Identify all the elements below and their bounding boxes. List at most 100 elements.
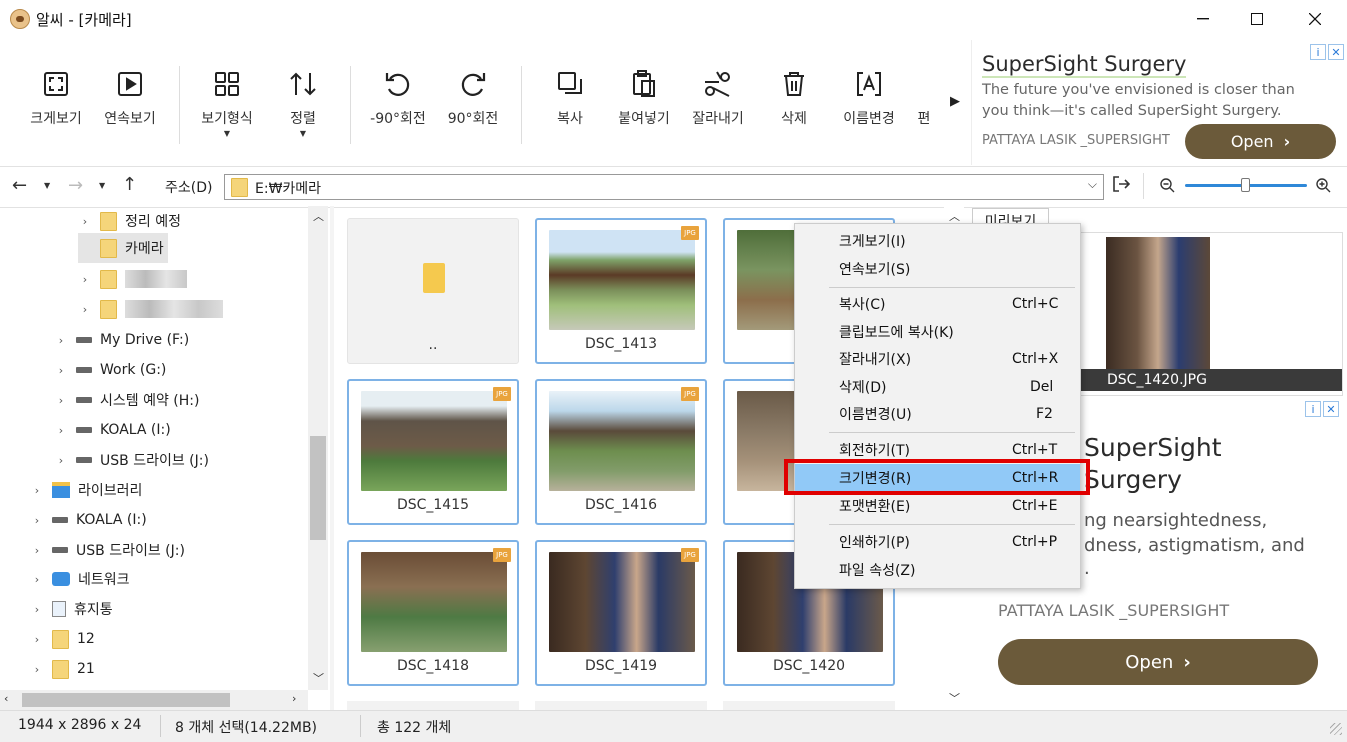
- thumbnail-tile[interactable]: JPG DSC_1418: [347, 540, 519, 686]
- scroll-down-icon[interactable]: ﹀: [313, 670, 324, 686]
- chevron-down-icon[interactable]: ⌵: [1088, 177, 1097, 192]
- cut-button[interactable]: 잘라내기: [681, 66, 755, 128]
- edit-button[interactable]: 편: [904, 66, 978, 128]
- thumbnail-tile[interactable]: JPG DSC_1413: [535, 218, 707, 364]
- scroll-thumb[interactable]: [22, 693, 230, 707]
- tree-item[interactable]: › 12: [30, 624, 95, 654]
- rename-button[interactable]: 이름변경: [832, 66, 906, 128]
- tree-item[interactable]: › KOALA (I:): [30, 505, 147, 535]
- menu-item-copy-clipboard[interactable]: 클립보드에 복사(K): [795, 318, 1080, 346]
- chevron-right-icon[interactable]: ›: [54, 334, 68, 347]
- ad-close-icon[interactable]: ✕: [1328, 44, 1344, 60]
- close-button[interactable]: [1288, 0, 1342, 38]
- recycle-bin-icon: [52, 601, 66, 617]
- tree-item[interactable]: › 시스템 예약 (H:): [54, 385, 200, 415]
- delete-button[interactable]: 삭제: [757, 66, 831, 128]
- maximize-button[interactable]: [1230, 0, 1284, 38]
- top-ad-banner[interactable]: i ✕ SuperSight Surgery The future you've…: [971, 40, 1347, 165]
- chevron-right-icon[interactable]: ›: [54, 424, 68, 437]
- menu-item-slideshow[interactable]: 연속보기(S): [795, 255, 1080, 283]
- tree-item[interactable]: › My Drive (F:): [54, 325, 189, 355]
- ad-title-line[interactable]: Surgery: [1084, 464, 1182, 496]
- slideshow-button[interactable]: 연속보기: [93, 66, 167, 128]
- tree-item[interactable]: › 21: [30, 654, 95, 684]
- menu-item-print[interactable]: 인쇄하기(P) Ctrl+P: [795, 528, 1080, 556]
- minimize-button[interactable]: [1176, 0, 1230, 38]
- chevron-right-icon[interactable]: ›: [30, 633, 44, 646]
- menu-item-properties[interactable]: 파일 속성(Z): [795, 556, 1080, 584]
- zoom-in-icon[interactable]: [1315, 177, 1331, 197]
- copy-button[interactable]: 복사: [533, 66, 607, 128]
- chevron-right-icon[interactable]: ›: [30, 484, 44, 497]
- scroll-up-icon[interactable]: ︿: [313, 208, 324, 224]
- address-input[interactable]: E:₩카메라 ⌵: [224, 174, 1104, 200]
- chevron-right-icon[interactable]: ›: [54, 364, 68, 377]
- tree-item[interactable]: › USB 드라이브 (J:): [30, 535, 185, 565]
- tree-item[interactable]: ›: [78, 264, 187, 294]
- tree-item[interactable]: › 라이브러리: [30, 475, 142, 505]
- menu-item-delete[interactable]: 삭제(D) Del: [795, 373, 1080, 401]
- thumbnail-tile[interactable]: JPG DSC_1416: [535, 379, 707, 525]
- address-label: 주소(D): [165, 180, 213, 196]
- chevron-right-icon[interactable]: ›: [30, 514, 44, 527]
- ad-title[interactable]: SuperSight Surgery: [982, 52, 1187, 78]
- menu-item-view-large[interactable]: 크게보기(I): [795, 227, 1080, 255]
- fullscreen-button[interactable]: 크게보기: [19, 66, 93, 128]
- thumbnail-tile[interactable]: JPG DSC_1415: [347, 379, 519, 525]
- paste-button[interactable]: 붙여넣기: [607, 66, 681, 128]
- tree-item-selected[interactable]: 카메라: [78, 233, 168, 263]
- back-dropdown-icon[interactable]: ▼: [44, 181, 50, 190]
- rename-icon: [856, 66, 882, 102]
- tree-item[interactable]: › 휴지통: [30, 594, 113, 624]
- ad-title-line[interactable]: SuperSight: [1084, 432, 1222, 464]
- chevron-right-icon[interactable]: ›: [78, 273, 92, 286]
- tree-item[interactable]: ›: [78, 294, 223, 324]
- scroll-up-icon[interactable]: ︿: [949, 208, 960, 224]
- tree-item[interactable]: › USB 드라이브 (J:): [54, 445, 209, 475]
- resize-grip-icon[interactable]: [1330, 723, 1342, 735]
- menu-item-convert-format[interactable]: 포맷변환(E) Ctrl+E: [795, 492, 1080, 520]
- chevron-right-icon[interactable]: ›: [78, 215, 92, 228]
- ad-info-icon[interactable]: i: [1310, 44, 1326, 60]
- chevron-right-icon[interactable]: ›: [30, 663, 44, 676]
- go-icon[interactable]: [1112, 175, 1131, 197]
- ad-open-button[interactable]: Open ›: [998, 639, 1318, 685]
- rotate-right-button[interactable]: 90°회전: [436, 66, 510, 128]
- menu-item-rename[interactable]: 이름변경(U) F2: [795, 400, 1080, 428]
- sort-button[interactable]: 정렬 ▼: [266, 66, 340, 138]
- menu-item-copy[interactable]: 복사(C) Ctrl+C: [795, 290, 1080, 318]
- zoom-out-icon[interactable]: [1159, 177, 1175, 197]
- thumbnail-tile[interactable]: JPG DSC_1419: [535, 540, 707, 686]
- forward-dropdown-icon[interactable]: ▼: [99, 181, 105, 190]
- tree-item[interactable]: › 네트워크: [30, 564, 130, 594]
- ad-info-icon[interactable]: i: [1305, 401, 1321, 417]
- forward-arrow-icon[interactable]: →: [68, 175, 83, 196]
- back-arrow-icon[interactable]: ←: [12, 175, 27, 196]
- view-mode-button[interactable]: 보기형식 ▼: [190, 66, 264, 138]
- tree-item[interactable]: › Work (G:): [54, 355, 167, 385]
- chevron-right-icon[interactable]: ›: [30, 573, 44, 586]
- scroll-thumb[interactable]: [310, 436, 326, 540]
- menu-item-cut[interactable]: 잘라내기(X) Ctrl+X: [795, 345, 1080, 373]
- zoom-slider-thumb[interactable]: [1241, 178, 1250, 192]
- menu-separator: [829, 432, 1075, 433]
- tree-item[interactable]: › KOALA (I:): [54, 415, 171, 445]
- tree-vertical-scrollbar[interactable]: ︿ ﹀: [308, 206, 328, 690]
- ad-open-button[interactable]: Open ›: [1185, 124, 1336, 159]
- ad-close-icon[interactable]: ✕: [1323, 401, 1339, 417]
- scroll-right-icon[interactable]: ›: [292, 692, 296, 705]
- chevron-right-icon[interactable]: ›: [30, 544, 44, 557]
- toolbar-more-arrow-icon[interactable]: ▶: [950, 94, 960, 109]
- chevron-right-icon[interactable]: ›: [30, 603, 44, 616]
- rotate-left-button[interactable]: -90°회전: [361, 66, 435, 128]
- up-arrow-icon[interactable]: ↑: [122, 174, 137, 195]
- scroll-left-icon[interactable]: ‹: [4, 692, 8, 705]
- context-menu: 크게보기(I) 연속보기(S) 복사(C) Ctrl+C 클립보드에 복사(K) …: [794, 223, 1081, 589]
- chevron-right-icon[interactable]: ›: [54, 394, 68, 407]
- tree-horizontal-scrollbar[interactable]: ‹ ›: [0, 690, 308, 710]
- tree-item[interactable]: › 정리 예정: [78, 206, 181, 236]
- parent-folder-tile[interactable]: ..: [347, 218, 519, 364]
- chevron-right-icon[interactable]: ›: [54, 454, 68, 467]
- scroll-down-icon[interactable]: ﹀: [949, 690, 960, 706]
- chevron-right-icon[interactable]: ›: [78, 303, 92, 316]
